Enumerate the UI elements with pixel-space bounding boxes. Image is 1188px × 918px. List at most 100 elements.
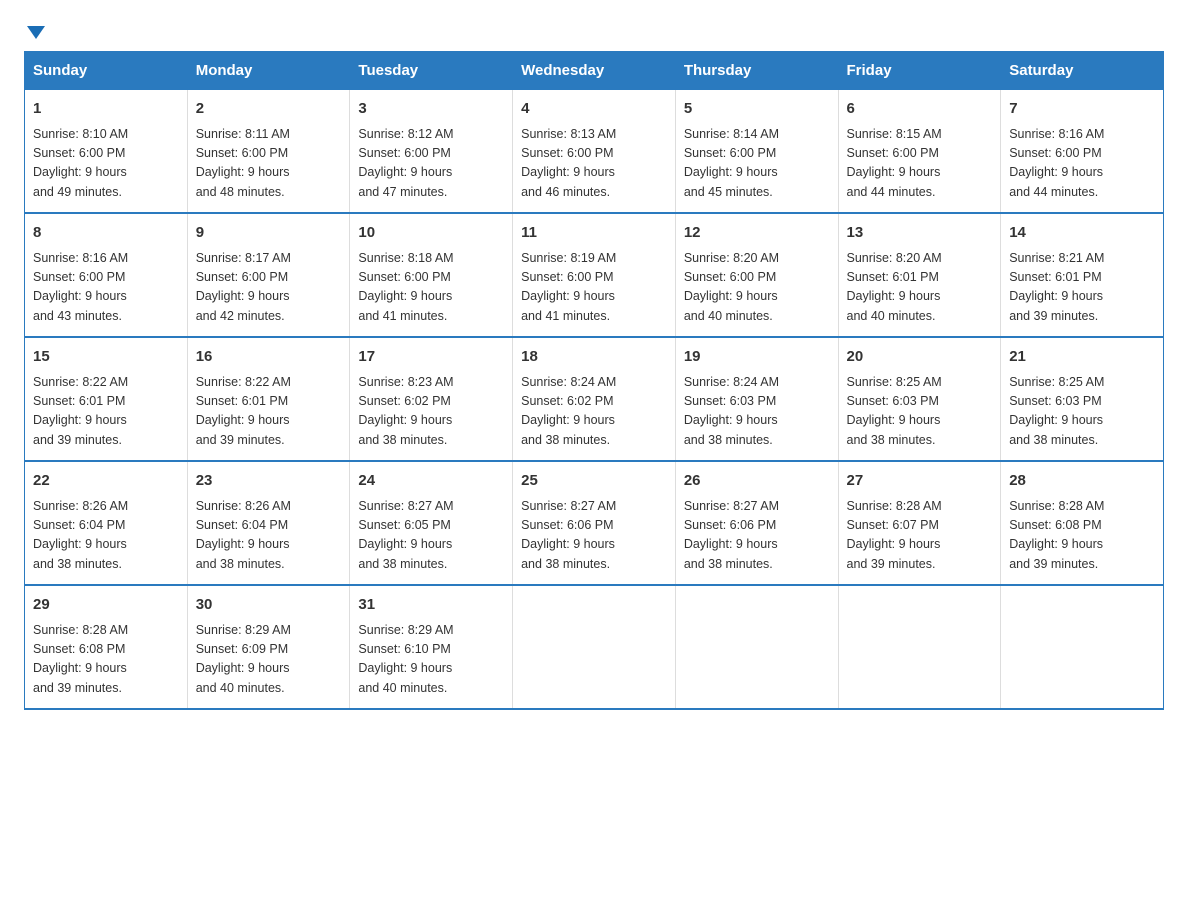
calendar-cell: 31 Sunrise: 8:29 AMSunset: 6:10 PMDayligh… [350, 585, 513, 709]
calendar-cell: 23 Sunrise: 8:26 AMSunset: 6:04 PMDayligh… [187, 461, 350, 585]
day-info: Sunrise: 8:27 AMSunset: 6:06 PMDaylight:… [684, 497, 830, 575]
day-info: Sunrise: 8:20 AMSunset: 6:00 PMDaylight:… [684, 249, 830, 327]
calendar-cell: 25Sunrise: 8:27 AMSunset: 6:06 PMDayligh… [513, 461, 676, 585]
day-info: Sunrise: 8:24 AMSunset: 6:02 PMDaylight:… [521, 373, 667, 451]
calendar-cell [675, 585, 838, 709]
calendar-cell: 6 Sunrise: 8:15 AMSunset: 6:00 PMDaylight… [838, 90, 1001, 214]
day-number: 21 [1009, 346, 1155, 369]
calendar-cell: 10 Sunrise: 8:18 AMSunset: 6:00 PMDayligh… [350, 213, 513, 337]
day-header-friday: Friday [838, 52, 1001, 90]
day-number: 22 [33, 470, 179, 493]
day-info: Sunrise: 8:12 AMSunset: 6:00 PMDaylight:… [358, 125, 504, 203]
calendar-cell [838, 585, 1001, 709]
calendar-cell: 9Sunrise: 8:17 AMSunset: 6:00 PMDaylight… [187, 213, 350, 337]
page-header [24, 24, 1164, 35]
day-number: 10 [358, 222, 504, 245]
calendar-cell: 15 Sunrise: 8:22 AMSunset: 6:01 PMDayligh… [25, 337, 188, 461]
day-info: Sunrise: 8:13 AMSunset: 6:00 PMDaylight:… [521, 125, 667, 203]
day-info: Sunrise: 8:20 AMSunset: 6:01 PMDaylight:… [847, 249, 993, 327]
calendar-cell: 27 Sunrise: 8:28 AMSunset: 6:07 PMDayligh… [838, 461, 1001, 585]
day-number: 19 [684, 346, 830, 369]
day-info: Sunrise: 8:23 AMSunset: 6:02 PMDaylight:… [358, 373, 504, 451]
day-info: Sunrise: 8:26 AMSunset: 6:04 PMDaylight:… [196, 497, 342, 575]
calendar-cell: 20Sunrise: 8:25 AMSunset: 6:03 PMDayligh… [838, 337, 1001, 461]
day-info: Sunrise: 8:28 AMSunset: 6:08 PMDaylight:… [33, 621, 179, 699]
day-info: Sunrise: 8:29 AMSunset: 6:09 PMDaylight:… [196, 621, 342, 699]
day-number: 12 [684, 222, 830, 245]
calendar-cell: 2Sunrise: 8:11 AMSunset: 6:00 PMDaylight… [187, 90, 350, 214]
day-number: 31 [358, 594, 504, 617]
calendar-cell: 16 Sunrise: 8:22 AMSunset: 6:01 PMDayligh… [187, 337, 350, 461]
calendar-cell: 7Sunrise: 8:16 AMSunset: 6:00 PMDaylight… [1001, 90, 1164, 214]
day-number: 17 [358, 346, 504, 369]
day-info: Sunrise: 8:28 AMSunset: 6:08 PMDaylight:… [1009, 497, 1155, 575]
day-info: Sunrise: 8:26 AMSunset: 6:04 PMDaylight:… [33, 497, 179, 575]
day-info: Sunrise: 8:29 AMSunset: 6:10 PMDaylight:… [358, 621, 504, 699]
calendar-cell: 14Sunrise: 8:21 AMSunset: 6:01 PMDayligh… [1001, 213, 1164, 337]
day-number: 3 [358, 98, 504, 121]
calendar-cell: 11 Sunrise: 8:19 AMSunset: 6:00 PMDayligh… [513, 213, 676, 337]
day-info: Sunrise: 8:17 AMSunset: 6:00 PMDaylight:… [196, 249, 342, 327]
day-number: 18 [521, 346, 667, 369]
calendar-cell: 18 Sunrise: 8:24 AMSunset: 6:02 PMDayligh… [513, 337, 676, 461]
calendar-week-row: 22 Sunrise: 8:26 AMSunset: 6:04 PMDayligh… [25, 461, 1164, 585]
day-header-saturday: Saturday [1001, 52, 1164, 90]
calendar-cell: 26 Sunrise: 8:27 AMSunset: 6:06 PMDayligh… [675, 461, 838, 585]
day-number: 15 [33, 346, 179, 369]
day-info: Sunrise: 8:15 AMSunset: 6:00 PMDaylight:… [847, 125, 993, 203]
calendar-cell: 29 Sunrise: 8:28 AMSunset: 6:08 PMDayligh… [25, 585, 188, 709]
day-header-wednesday: Wednesday [513, 52, 676, 90]
day-info: Sunrise: 8:22 AMSunset: 6:01 PMDaylight:… [33, 373, 179, 451]
day-number: 1 [33, 98, 179, 121]
day-number: 7 [1009, 98, 1155, 121]
day-info: Sunrise: 8:24 AMSunset: 6:03 PMDaylight:… [684, 373, 830, 451]
day-info: Sunrise: 8:25 AMSunset: 6:03 PMDaylight:… [1009, 373, 1155, 451]
calendar-cell [513, 585, 676, 709]
day-number: 16 [196, 346, 342, 369]
calendar-cell: 24Sunrise: 8:27 AMSunset: 6:05 PMDayligh… [350, 461, 513, 585]
calendar-cell: 4 Sunrise: 8:13 AMSunset: 6:00 PMDaylight… [513, 90, 676, 214]
calendar-cell: 3 Sunrise: 8:12 AMSunset: 6:00 PMDaylight… [350, 90, 513, 214]
day-number: 13 [847, 222, 993, 245]
calendar-cell: 12 Sunrise: 8:20 AMSunset: 6:00 PMDayligh… [675, 213, 838, 337]
day-info: Sunrise: 8:18 AMSunset: 6:00 PMDaylight:… [358, 249, 504, 327]
calendar-week-row: 8Sunrise: 8:16 AMSunset: 6:00 PMDaylight… [25, 213, 1164, 337]
calendar-cell: 28 Sunrise: 8:28 AMSunset: 6:08 PMDayligh… [1001, 461, 1164, 585]
day-info: Sunrise: 8:11 AMSunset: 6:00 PMDaylight:… [196, 125, 342, 203]
day-number: 6 [847, 98, 993, 121]
calendar-cell: 17 Sunrise: 8:23 AMSunset: 6:02 PMDayligh… [350, 337, 513, 461]
day-number: 27 [847, 470, 993, 493]
day-info: Sunrise: 8:22 AMSunset: 6:01 PMDaylight:… [196, 373, 342, 451]
day-number: 30 [196, 594, 342, 617]
day-info: Sunrise: 8:19 AMSunset: 6:00 PMDaylight:… [521, 249, 667, 327]
calendar-header-row: SundayMondayTuesdayWednesdayThursdayFrid… [25, 52, 1164, 90]
calendar-week-row: 15 Sunrise: 8:22 AMSunset: 6:01 PMDayligh… [25, 337, 1164, 461]
calendar-cell: 22 Sunrise: 8:26 AMSunset: 6:04 PMDayligh… [25, 461, 188, 585]
day-info: Sunrise: 8:14 AMSunset: 6:00 PMDaylight:… [684, 125, 830, 203]
day-number: 28 [1009, 470, 1155, 493]
day-number: 29 [33, 594, 179, 617]
day-number: 5 [684, 98, 830, 121]
day-number: 25 [521, 470, 667, 493]
day-number: 26 [684, 470, 830, 493]
calendar-cell: 19 Sunrise: 8:24 AMSunset: 6:03 PMDayligh… [675, 337, 838, 461]
day-number: 4 [521, 98, 667, 121]
day-info: Sunrise: 8:21 AMSunset: 6:01 PMDaylight:… [1009, 249, 1155, 327]
day-info: Sunrise: 8:27 AMSunset: 6:05 PMDaylight:… [358, 497, 504, 575]
day-number: 11 [521, 222, 667, 245]
calendar-cell: 21 Sunrise: 8:25 AMSunset: 6:03 PMDayligh… [1001, 337, 1164, 461]
day-header-sunday: Sunday [25, 52, 188, 90]
calendar-cell: 13 Sunrise: 8:20 AMSunset: 6:01 PMDayligh… [838, 213, 1001, 337]
day-number: 8 [33, 222, 179, 245]
day-info: Sunrise: 8:28 AMSunset: 6:07 PMDaylight:… [847, 497, 993, 575]
day-info: Sunrise: 8:25 AMSunset: 6:03 PMDaylight:… [847, 373, 993, 451]
logo [24, 24, 50, 35]
day-header-monday: Monday [187, 52, 350, 90]
calendar-week-row: 1 Sunrise: 8:10 AMSunset: 6:00 PMDaylight… [25, 90, 1164, 214]
day-number: 23 [196, 470, 342, 493]
calendar-week-row: 29 Sunrise: 8:28 AMSunset: 6:08 PMDayligh… [25, 585, 1164, 709]
day-header-thursday: Thursday [675, 52, 838, 90]
day-info: Sunrise: 8:10 AMSunset: 6:00 PMDaylight:… [33, 125, 179, 203]
calendar-cell: 30 Sunrise: 8:29 AMSunset: 6:09 PMDayligh… [187, 585, 350, 709]
calendar-table: SundayMondayTuesdayWednesdayThursdayFrid… [24, 51, 1164, 710]
